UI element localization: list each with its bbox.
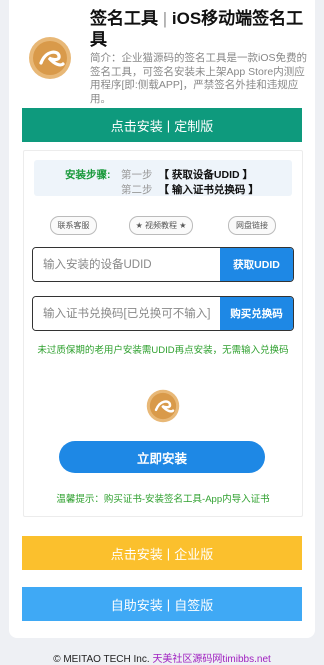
page-title: 签名工具 | iOS移动端签名工具 xyxy=(90,9,304,49)
udid-field: 获取UDID xyxy=(32,247,294,282)
footer-link[interactable]: 天美社区源码网timibbs.net xyxy=(152,654,270,665)
video-tutorial-button[interactable]: ★ 视频教程 ★ xyxy=(129,216,193,235)
app-description: 简介：企业猫源码的签名工具是一款iOS免费的签名工具，可签名安装未上架App S… xyxy=(90,52,308,105)
get-udid-button[interactable]: 获取UDID xyxy=(220,248,293,281)
install-panel: 安装步骤: 第一步【 获取设备UDID 】 第二步【 输入证书兑换码 】 联系客… xyxy=(23,150,303,517)
tip-text: 温馨提示：购买证书-安装签名工具-App内导入证书 xyxy=(56,494,270,505)
code-field: 购买兑换码 xyxy=(32,296,294,331)
netdisk-link-button[interactable]: 网盘链接 xyxy=(228,216,276,235)
install-custom-button[interactable]: 点击安装 | 定制版 xyxy=(22,108,302,142)
install-enterprise-button[interactable]: 点击安装 | 企业版 xyxy=(22,536,302,570)
copyright-text: © MEITAO TECH Inc. xyxy=(53,654,150,665)
footer: © MEITAO TECH Inc. 天美社区源码网timibbs.net xyxy=(0,650,324,665)
redeem-code-input[interactable] xyxy=(33,297,220,330)
app-logo xyxy=(28,36,72,80)
install-steps: 安装步骤: 第一步【 获取设备UDID 】 第二步【 输入证书兑换码 】 xyxy=(34,160,292,196)
contact-support-button[interactable]: 联系客服 xyxy=(50,216,97,235)
udid-input[interactable] xyxy=(33,248,220,281)
install-now-button[interactable]: 立即安装 xyxy=(59,441,265,473)
app-logo-small xyxy=(146,389,180,423)
step-item: 第一步【 获取设备UDID 】 xyxy=(121,169,253,181)
steps-label: 安装步骤: xyxy=(65,169,111,181)
buy-code-button[interactable]: 购买兑换码 xyxy=(220,297,293,330)
step-item: 第二步【 输入证书兑换码 】 xyxy=(121,184,259,196)
notice-text: 未过质保期的老用户安装需UDID再点安装，无需输入兑换码 xyxy=(37,345,289,356)
self-install-button[interactable]: 自助安装 | 自签版 xyxy=(22,587,302,621)
